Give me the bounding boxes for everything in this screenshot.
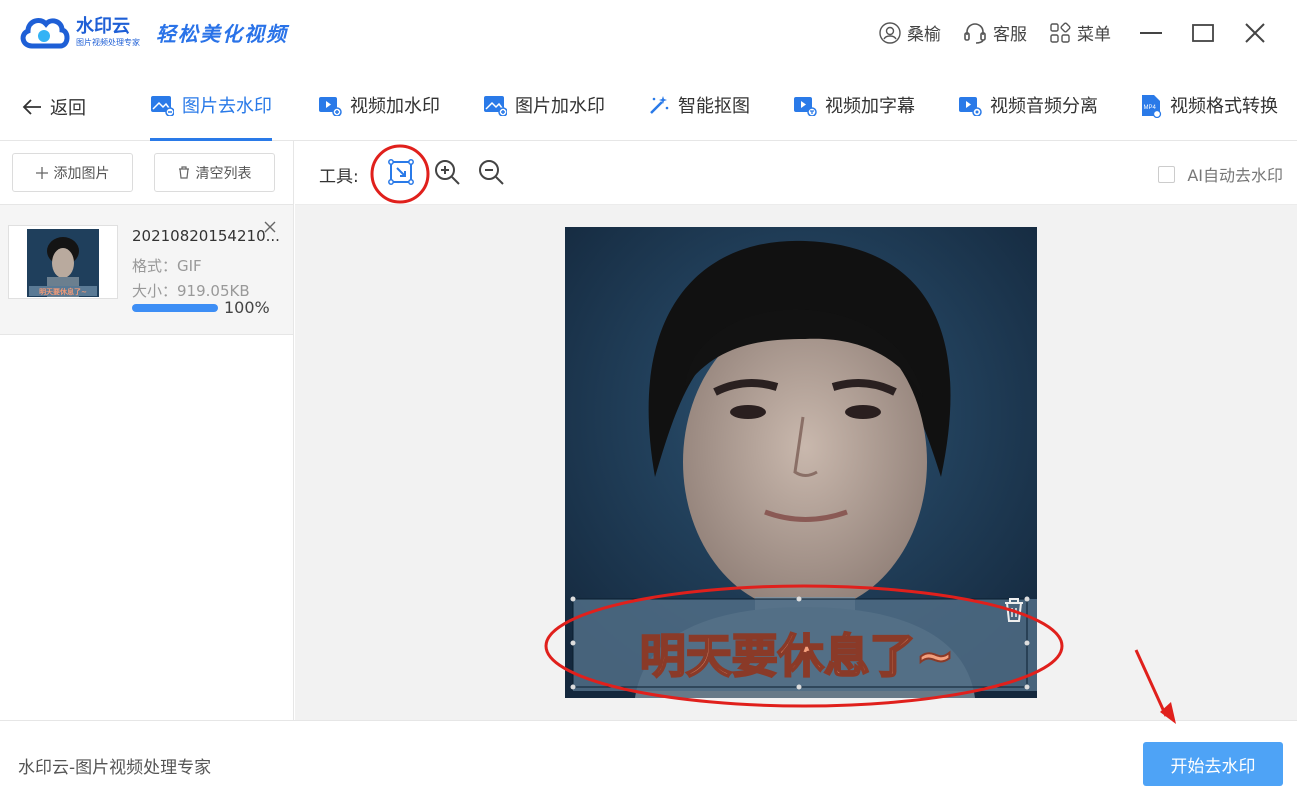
thumbnail-image: 明天要休息了~ (27, 229, 99, 297)
edit-toolbar: 工具: AI自动去水印 (295, 141, 1297, 205)
clear-list-label: 清空列表 (195, 164, 252, 181)
minimize-icon (1140, 31, 1162, 34)
brand-name: 水印云 (76, 16, 130, 37)
progress-percent: 100% (224, 298, 270, 317)
menu-label: 菜单 (1077, 25, 1111, 45)
add-image-label: 添加图片 (53, 164, 110, 181)
tab-label: 视频音频分离 (990, 96, 1098, 117)
progress-bar (132, 304, 218, 312)
tab-smart-cutout[interactable]: 智能抠图 (648, 92, 750, 141)
user-name: 桑榆 (907, 25, 941, 45)
cloud-logo-icon (20, 18, 70, 49)
clear-list-button[interactable]: 清空列表 (154, 153, 275, 192)
tab-label: 图片加水印 (515, 96, 605, 117)
grid-menu-icon (1050, 21, 1071, 43)
close-window-button[interactable] (1243, 21, 1267, 45)
svg-text:MP4: MP4 (1144, 105, 1157, 111)
zoom-out-icon[interactable] (477, 158, 505, 186)
image-remove-icon (151, 96, 174, 116)
plus-icon (35, 166, 48, 179)
magic-wand-icon (650, 96, 669, 114)
image-add-icon (484, 96, 507, 116)
remove-file-icon[interactable] (262, 219, 278, 235)
arrow-left-icon (22, 99, 41, 115)
preview-canvas: 明天要休息了~ (295, 205, 1297, 720)
menu-button[interactable]: 菜单 (1049, 20, 1111, 45)
tab-label: 视频加字幕 (825, 96, 915, 117)
user-icon (879, 21, 901, 44)
customer-service-button[interactable]: 客服 (963, 20, 1027, 45)
trash-icon (178, 166, 189, 179)
tab-label: 视频加水印 (350, 96, 440, 117)
tab-label: 视频格式转换 (1170, 96, 1278, 117)
headset-icon (964, 22, 986, 44)
close-icon (1245, 22, 1265, 43)
service-label: 客服 (993, 25, 1027, 45)
tab-video-subtitle[interactable]: 视频加字幕 (793, 92, 915, 141)
select-region-icon[interactable] (387, 158, 415, 186)
tab-video-format-convert[interactable]: MP4 视频格式转换 (1140, 92, 1278, 141)
checkbox-box[interactable] (1158, 165, 1176, 183)
thumbnail-subtitle: 明天要休息了~ (39, 287, 87, 296)
maximize-button[interactable] (1191, 21, 1215, 45)
file-list-panel: 添加图片 清空列表 明天要休息了~ 20210820154210... 格式：G… (0, 141, 294, 720)
video-subtitle-icon (794, 97, 817, 116)
mp4-convert-icon: MP4 (1142, 95, 1162, 118)
footer-brand-text: 水印云-图片视频处理专家 (18, 758, 212, 778)
start-remove-watermark-button[interactable]: 开始去水印 (1143, 742, 1283, 786)
back-label: 返回 (50, 98, 86, 119)
tab-image-add-watermark[interactable]: 图片加水印 (483, 92, 605, 141)
file-list-item[interactable]: 明天要休息了~ 20210820154210... 格式：GIF 大小：919.… (0, 205, 293, 335)
footer-bar: 水印云-图片视频处理专家 开始去水印 (0, 720, 1297, 795)
watermark-subtitle-text: 明天要休息了~ (640, 629, 955, 683)
tab-video-add-watermark[interactable]: 视频加水印 (318, 92, 440, 141)
feature-nav: 返回 图片去水印 视频加水印 图片加水印 智能抠图 视频加字幕 视频音频分离 M… (0, 70, 1297, 141)
slogan: 轻松美化视频 (156, 22, 288, 46)
add-image-button[interactable]: 添加图片 (12, 153, 133, 192)
tab-label: 智能抠图 (678, 96, 750, 117)
file-format: 格式：GIF (132, 257, 202, 275)
file-thumbnail: 明天要休息了~ (8, 225, 118, 299)
maximize-icon (1192, 23, 1214, 42)
tab-image-remove-watermark[interactable]: 图片去水印 (150, 92, 272, 141)
user-account-button[interactable]: 桑榆 (879, 20, 941, 45)
tab-video-audio-split[interactable]: 视频音频分离 (958, 92, 1098, 141)
video-audio-split-icon (959, 97, 982, 116)
back-button[interactable]: 返回 (22, 94, 86, 120)
preview-image[interactable]: 明天要休息了~ (565, 227, 1037, 698)
video-add-icon (319, 97, 342, 116)
minimize-button[interactable] (1139, 21, 1163, 45)
zoom-in-icon[interactable] (433, 158, 461, 186)
ai-auto-remove-label: AI自动去水印 (1187, 166, 1283, 185)
brand-subtitle: 图片视频处理专家 (76, 38, 140, 47)
file-name: 20210820154210... (132, 227, 280, 245)
tools-label: 工具: (319, 167, 359, 187)
ai-auto-remove-checkbox[interactable]: AI自动去水印 (1158, 162, 1283, 186)
tab-label: 图片去水印 (182, 96, 272, 117)
title-bar: 水印云 图片视频处理专家 轻松美化视频 桑榆 客服 菜单 (0, 0, 1297, 70)
app-logo: 水印云 图片视频处理专家 (18, 12, 140, 52)
